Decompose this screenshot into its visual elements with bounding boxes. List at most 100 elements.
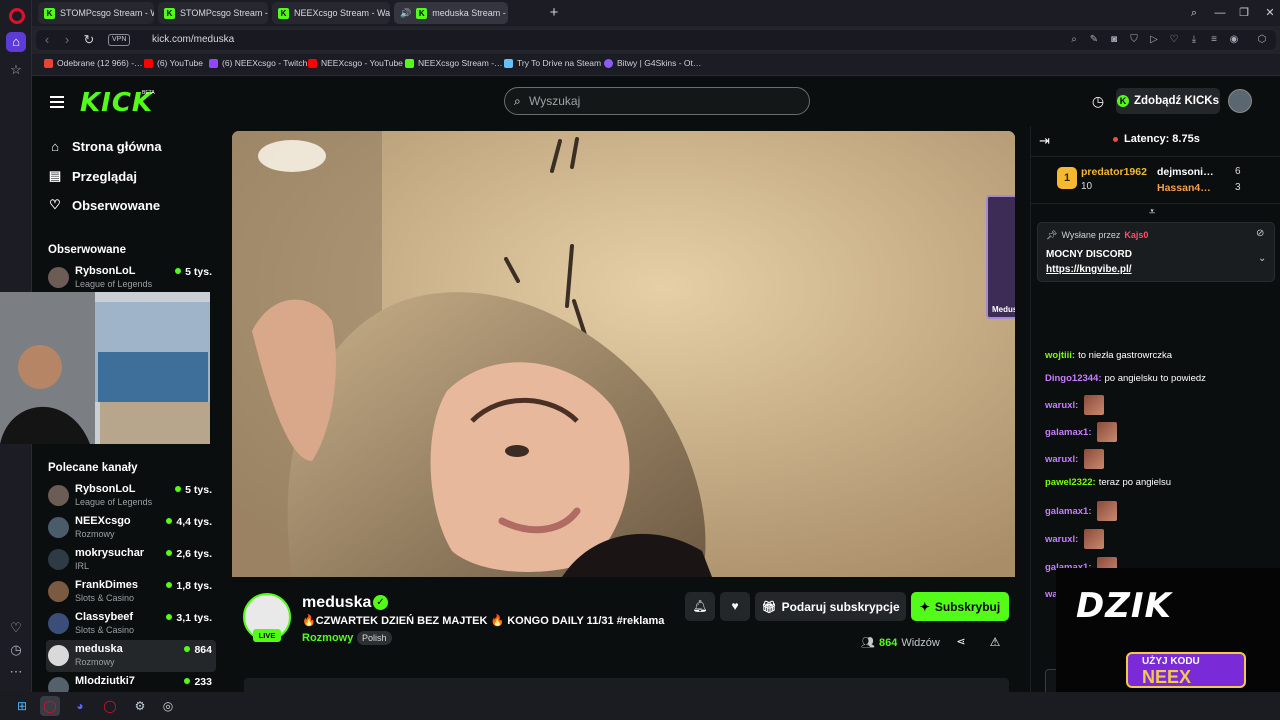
maximize-button[interactable]: ❐ bbox=[1234, 4, 1254, 22]
chat-username[interactable]: waruxl bbox=[1045, 534, 1075, 545]
search-box[interactable]: ⌕ Wyszukaj bbox=[504, 87, 810, 115]
category-link[interactable]: Rozmowy bbox=[302, 632, 353, 644]
recommended-channel[interactable]: NEEXcsgo Rozmowy 4,4 tys. bbox=[46, 512, 216, 544]
get-kicks-button[interactable]: K Zdobądź KICKs bbox=[1116, 88, 1220, 114]
browser-tab[interactable]: K NEEXcsgo Stream - Watc bbox=[272, 2, 390, 24]
subscribe-button[interactable]: ✦ Subskrybuj bbox=[911, 592, 1009, 621]
recommended-channel-active[interactable]: meduska Rozmowy 864 bbox=[46, 640, 216, 672]
expand-leaderboard-icon[interactable]: ⩡ bbox=[1149, 206, 1155, 219]
video-player[interactable]: Medusa Official bbox=[232, 131, 1015, 577]
nav-browse[interactable]: ▤ Przeglądaj bbox=[48, 168, 137, 184]
menu-icon[interactable]: ≡ bbox=[1206, 32, 1222, 48]
nav-following[interactable]: ♡ Obserwowane bbox=[48, 197, 160, 213]
leader-name[interactable]: predator1962 bbox=[1081, 166, 1147, 178]
vpn-badge[interactable]: VPN bbox=[108, 34, 131, 46]
recommended-channel[interactable]: RybsonLoL League of Legends 5 tys. bbox=[46, 480, 216, 512]
pinned-sender[interactable]: Kajs0 bbox=[1124, 230, 1148, 241]
shield-icon[interactable]: ⛉ bbox=[1126, 32, 1142, 48]
extensions-icon[interactable]: ⬡ bbox=[1254, 32, 1270, 48]
bookmark[interactable]: NEEXcsgo Stream -… bbox=[405, 58, 503, 68]
chat-username[interactable]: wojtiii bbox=[1045, 350, 1072, 361]
heart-icon[interactable]: ♡ bbox=[1166, 32, 1182, 48]
chat-colon: : bbox=[1092, 477, 1096, 488]
chat-username[interactable]: waruxl bbox=[1045, 454, 1075, 465]
more-icon[interactable]: ⋯ bbox=[6, 662, 26, 682]
latency-dot-icon bbox=[1113, 136, 1118, 142]
pinned-link[interactable]: https://kngvibe.pl/ bbox=[1046, 264, 1132, 275]
g4skins-icon bbox=[604, 58, 613, 68]
leader-name[interactable]: Hassan4… bbox=[1157, 182, 1211, 194]
chat-username[interactable]: pawel2322 bbox=[1045, 477, 1093, 488]
browser-tab[interactable]: KSTOMPcsgo Stream - Wat bbox=[158, 2, 268, 24]
emote-icon[interactable] bbox=[1097, 422, 1118, 442]
discord-icon[interactable]: ◕ bbox=[70, 696, 90, 716]
history-icon[interactable]: ◷ bbox=[6, 640, 26, 660]
url-text[interactable]: kick.com/meduska bbox=[152, 34, 234, 45]
forward-icon[interactable]: › bbox=[58, 31, 76, 49]
audio-icon[interactable]: 🔊 bbox=[400, 8, 411, 19]
streamer-name[interactable]: meduska bbox=[302, 594, 371, 612]
home-icon[interactable]: ⌂ bbox=[6, 32, 26, 52]
recommended-channel[interactable]: Mlodziutki7 233 bbox=[46, 672, 216, 692]
chat-message: Dingo12344: po angielsku to powiedz bbox=[1045, 373, 1206, 384]
bookmark[interactable]: Try To Drive na Steam bbox=[504, 58, 601, 68]
back-icon[interactable]: ‹ bbox=[38, 31, 56, 49]
menu-icon[interactable] bbox=[48, 93, 66, 109]
chat-username[interactable]: waruxl bbox=[1045, 400, 1075, 411]
edit-icon[interactable]: ✎ bbox=[1086, 32, 1102, 48]
browse-icon: ▤ bbox=[48, 168, 62, 183]
bookmark[interactable]: (6) YouTube bbox=[144, 58, 203, 68]
steam-icon[interactable]: ⚙ bbox=[130, 696, 150, 716]
emote-icon[interactable] bbox=[1084, 529, 1105, 549]
opera-logo-icon[interactable] bbox=[9, 8, 25, 24]
reload-icon[interactable]: ↻ bbox=[80, 31, 98, 49]
account-icon[interactable]: ◉ bbox=[1226, 32, 1242, 48]
chat-username[interactable]: galamax1 bbox=[1045, 427, 1088, 438]
browser-tab-active[interactable]: 🔊Kmeduska Stream - Wa bbox=[394, 2, 508, 24]
recommended-channel[interactable]: FrankDimes Slots & Casino 1,8 tys. bbox=[46, 576, 216, 608]
language-tag[interactable]: Polish bbox=[357, 631, 392, 645]
recommended-channel[interactable]: mokrysuchar IRL 2,6 tys. bbox=[46, 544, 216, 576]
play-icon[interactable]: ▷ bbox=[1146, 32, 1162, 48]
browser-tab[interactable]: KSTOMPcsgo Stream - Wat bbox=[38, 2, 154, 24]
opera-icon[interactable]: ◯ bbox=[40, 696, 60, 716]
zoom-icon[interactable]: ⌕ bbox=[1066, 32, 1082, 48]
emote-icon[interactable] bbox=[1097, 501, 1118, 521]
user-avatar[interactable] bbox=[1228, 89, 1252, 113]
report-icon[interactable]: ⚠ bbox=[988, 635, 1002, 649]
bookmark[interactable]: Odebrane (12 966) -… bbox=[44, 58, 143, 68]
history-icon[interactable]: ◷ bbox=[1089, 92, 1107, 110]
search-input[interactable]: Wyszukaj bbox=[529, 94, 580, 108]
chevron-down-icon[interactable]: ⌄ bbox=[1258, 253, 1266, 264]
close-window-button[interactable]: ✕ bbox=[1260, 4, 1280, 22]
windows-start-icon[interactable]: ⊞ bbox=[12, 696, 32, 716]
star-icon[interactable]: ☆ bbox=[6, 60, 26, 80]
nav-home[interactable]: ⌂ Strona główna bbox=[48, 139, 162, 154]
pinned-message[interactable]: 📌︎ Wysłane przez Kajs0 MOCNY DISCORD https… bbox=[1037, 222, 1275, 282]
emote-icon[interactable] bbox=[1084, 449, 1105, 469]
search-tabs-icon[interactable]: ⌕ bbox=[1184, 4, 1204, 22]
gift-subscription-button[interactable]: 🎁︎ Podaruj subskrypcje bbox=[755, 592, 906, 621]
avatar bbox=[48, 581, 69, 602]
follow-button[interactable]: ♥ bbox=[720, 592, 750, 621]
chat-username[interactable]: galamax1 bbox=[1045, 506, 1088, 517]
emote-icon[interactable] bbox=[1084, 395, 1105, 415]
leader-name[interactable]: dejmsoni… bbox=[1157, 166, 1214, 178]
opera-gx-icon[interactable]: ◯ bbox=[100, 696, 120, 716]
camera-icon[interactable]: ◙ bbox=[1106, 32, 1122, 48]
chat-username[interactable]: Dingo12344 bbox=[1045, 373, 1098, 384]
minimize-button[interactable]: — bbox=[1210, 4, 1230, 22]
recommended-channel[interactable]: Classybeef Slots & Casino 3,1 tys. bbox=[46, 608, 216, 640]
download-icon[interactable]: ⤓ bbox=[1186, 32, 1202, 48]
heart-icon[interactable]: ♡ bbox=[6, 618, 26, 638]
unpin-icon[interactable]: ⊘ bbox=[1256, 228, 1264, 239]
bookmark[interactable]: Bitwy | G4Skins - Ot… bbox=[604, 58, 701, 68]
notification-bell-button[interactable]: 🔔︎ bbox=[685, 592, 715, 621]
app-icon[interactable]: ◎ bbox=[158, 696, 178, 716]
bookmark[interactable]: (6) NEEXcsgo - Twitch bbox=[209, 58, 307, 68]
share-icon[interactable]: ⋖ bbox=[954, 635, 968, 649]
new-tab-button[interactable]: + bbox=[546, 5, 562, 21]
bookmark[interactable]: NEEXcsgo - YouTube bbox=[308, 58, 403, 68]
collapse-chat-icon[interactable]: ⇥ bbox=[1039, 133, 1053, 148]
followed-channel[interactable]: RybsonLoL League of Legends 5 tys. bbox=[46, 262, 216, 294]
